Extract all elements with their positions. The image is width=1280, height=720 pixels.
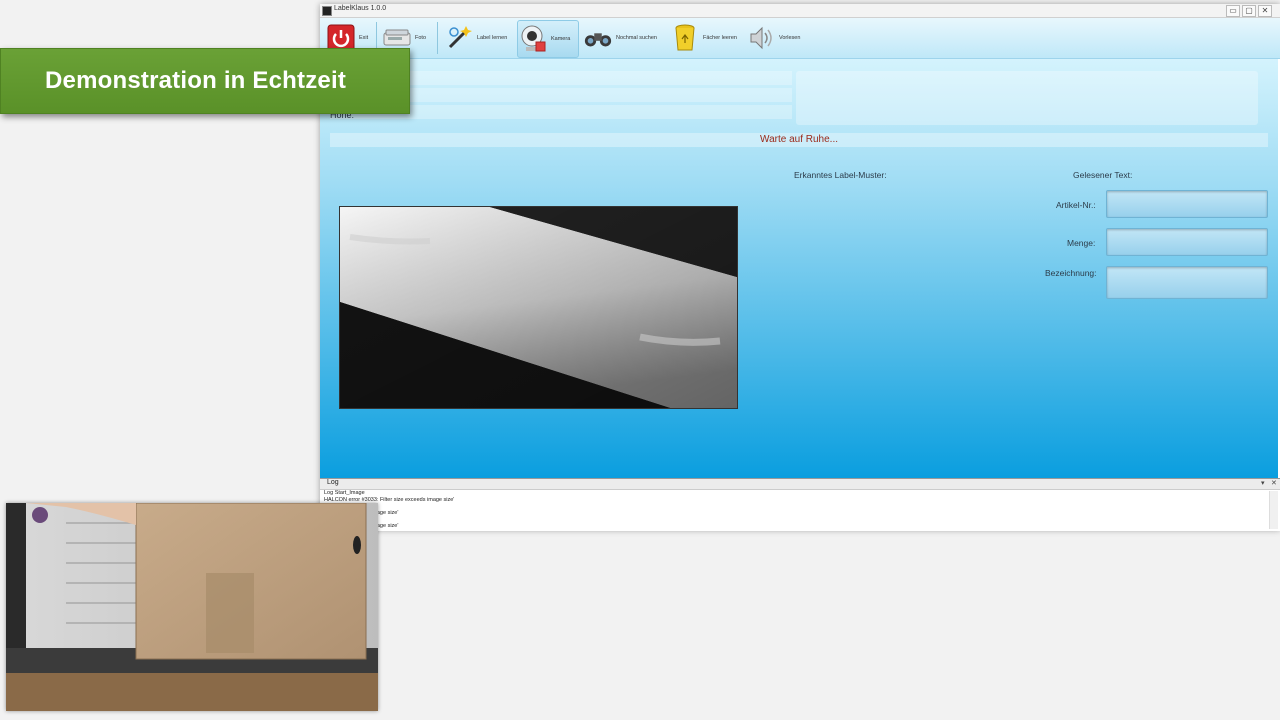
faecher-leeren-button[interactable]: Fächer leeren (670, 20, 737, 56)
log-scrollbar[interactable] (1269, 491, 1278, 529)
nochmal-suchen-button[interactable]: Nochmal suchen (583, 20, 657, 56)
close-button[interactable]: ✕ (1258, 5, 1272, 17)
app-icon (322, 6, 332, 16)
vorlesen-button[interactable]: Vorlesen (746, 20, 800, 56)
binoculars-icon (583, 23, 613, 53)
speaker-icon (746, 23, 776, 53)
vorlesen-label: Vorlesen (779, 35, 801, 41)
main-content: Höhe: Warte auf Ruhe... Erkanntes Label-… (320, 59, 1278, 478)
banner-title: Demonstration in Echtzeit (45, 67, 347, 94)
menge-label: Menge: (1067, 238, 1096, 248)
title-bar: LabelKlaus 1.0.0 ▭ ▢ ✕ (320, 4, 1280, 18)
window-title: LabelKlaus 1.0.0 (334, 5, 387, 12)
label-lernen-label: Label lernen (477, 35, 508, 41)
exit-label: Exit (359, 35, 369, 41)
maximize-button[interactable]: ▢ (1242, 5, 1256, 17)
camera-video-inset (6, 503, 378, 711)
artikel-nr-label: Artikel-Nr.: (1056, 200, 1096, 210)
log-close-button[interactable]: ✕ (1271, 479, 1277, 487)
info-panel (796, 71, 1258, 125)
label-lernen-button[interactable]: Label lernen (444, 20, 507, 56)
faecher-leeren-label: Fächer leeren (703, 35, 737, 41)
kamera-button[interactable]: Kamera (517, 20, 579, 58)
camera-preview (339, 206, 738, 409)
minimize-button[interactable]: ▭ (1226, 5, 1240, 17)
log-line: Log Start_Image (324, 490, 365, 496)
log-pin-button[interactable]: ▾ (1261, 479, 1265, 487)
bezeichnung-label: Bezeichnung: (1045, 268, 1097, 278)
artikel-nr-field[interactable] (1106, 190, 1268, 218)
foto-label: Foto (415, 35, 427, 41)
bezeichnung-field[interactable] (1106, 266, 1268, 299)
title-banner: Demonstration in Echtzeit (0, 48, 410, 114)
app-window: LabelKlaus 1.0.0 ▭ ▢ ✕ Exit Foto Label l… (320, 4, 1280, 531)
status-bar: Warte auf Ruhe... (330, 133, 1268, 147)
kamera-label: Kamera (551, 36, 571, 42)
toolbar-separator (437, 22, 438, 54)
menge-field[interactable] (1106, 228, 1268, 256)
magic-wand-icon (444, 23, 474, 53)
nochmal-suchen-label: Nochmal suchen (616, 35, 657, 41)
label-pattern-heading: Erkanntes Label-Muster: (794, 170, 887, 180)
log-panel: Log ▾ ✕ Log Start_Image HALCON error #30… (320, 478, 1280, 531)
toolbar: Exit Foto Label lernen Kamera Nochmal su… (320, 18, 1280, 59)
recycle-bin-icon (670, 23, 700, 53)
log-title: Log (327, 479, 339, 486)
read-text-heading: Gelesener Text: (1073, 170, 1133, 180)
log-header: Log ▾ ✕ (320, 479, 1280, 490)
webcam-icon (518, 24, 548, 54)
